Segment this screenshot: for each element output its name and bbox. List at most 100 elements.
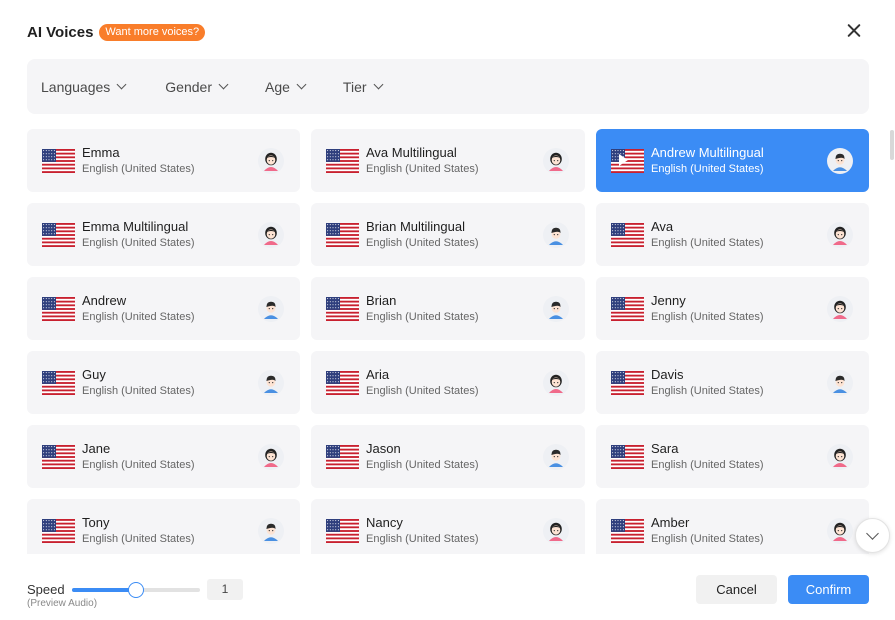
speed-slider-fill xyxy=(72,588,136,592)
voice-name: Jenny xyxy=(651,293,686,308)
voice-name: Jason xyxy=(366,441,401,456)
voice-language: English (United States) xyxy=(651,311,764,323)
voice-card[interactable]: Brian Multilingual English (United States… xyxy=(311,203,585,266)
filter-label: Gender xyxy=(165,78,212,95)
voice-card[interactable]: Ava English (United States) xyxy=(596,203,869,266)
speed-sublabel: (Preview Audio) xyxy=(27,598,98,609)
voice-language: English (United States) xyxy=(82,311,195,323)
dialog-title: AI Voices xyxy=(27,23,94,41)
voice-name: Nancy xyxy=(366,515,403,530)
voice-language: English (United States) xyxy=(366,311,479,323)
voice-name: Guy xyxy=(82,367,106,382)
voice-card[interactable]: Davis English (United States) xyxy=(596,351,869,414)
filter-age[interactable]: Age xyxy=(265,79,307,95)
female-avatar-icon xyxy=(543,518,569,544)
filter-tier[interactable]: Tier xyxy=(342,78,383,95)
voice-name: Emma Multilingual xyxy=(82,219,189,234)
us-flag-icon xyxy=(326,223,359,247)
voice-card[interactable]: Amber English (United States) xyxy=(596,499,869,554)
chevron-down-icon xyxy=(116,79,127,90)
more-voices-badge[interactable]: Want more voices? xyxy=(99,23,206,41)
male-avatar-icon xyxy=(543,296,569,322)
filter-bar: Languages Gender Age Tier xyxy=(27,59,869,114)
voice-card[interactable]: Ava Multilingual English (United States) xyxy=(311,129,585,192)
voice-language: English (United States) xyxy=(366,385,479,397)
voice-language: English (United States) xyxy=(82,459,195,471)
filter-label: Languages xyxy=(41,78,111,95)
us-flag-icon xyxy=(611,297,644,321)
us-flag-icon xyxy=(42,297,75,321)
us-flag-icon xyxy=(326,371,359,395)
male-avatar-icon xyxy=(827,148,853,174)
chevron-down-icon xyxy=(373,79,383,90)
speed-value[interactable]: 1 xyxy=(207,579,243,600)
female-avatar-icon xyxy=(258,222,284,248)
us-flag-icon xyxy=(42,223,75,247)
voice-name: Ava xyxy=(651,219,674,234)
female-avatar-icon xyxy=(827,222,853,248)
male-avatar-icon xyxy=(827,370,853,396)
voice-card[interactable]: Jenny English (United States) xyxy=(596,277,869,340)
filter-gender[interactable]: Gender xyxy=(165,78,229,95)
speed-slider[interactable] xyxy=(72,582,200,598)
us-flag-icon xyxy=(326,297,359,321)
voice-card[interactable]: Tony English (United States) xyxy=(27,499,300,554)
us-flag-icon xyxy=(611,223,644,247)
confirm-button[interactable]: Confirm xyxy=(788,575,869,604)
close-icon[interactable] xyxy=(843,20,865,42)
voice-language: English (United States) xyxy=(651,533,764,545)
male-avatar-icon xyxy=(258,296,284,322)
speed-slider-thumb[interactable] xyxy=(128,582,144,598)
male-avatar-icon xyxy=(258,370,284,396)
voice-language: English (United States) xyxy=(651,237,764,249)
us-flag-icon xyxy=(611,371,644,395)
voice-language: English (United States) xyxy=(651,163,764,175)
speed-control: Speed (Preview Audio) xyxy=(27,581,97,609)
voice-card[interactable]: Sara English (United States) xyxy=(596,425,869,488)
chevron-down-icon xyxy=(218,79,229,90)
voice-card[interactable]: Guy English (United States) xyxy=(27,351,300,414)
voice-language: English (United States) xyxy=(366,533,479,545)
female-avatar-icon xyxy=(543,148,569,174)
voice-card[interactable]: Nancy English (United States) xyxy=(311,499,585,554)
us-flag-icon xyxy=(42,149,75,173)
us-flag-icon xyxy=(611,445,644,469)
voice-card[interactable]: Andrew Multilingual English (United State… xyxy=(596,129,869,192)
voice-name: Aria xyxy=(366,367,390,382)
scrollbar-thumb[interactable] xyxy=(890,130,894,160)
voice-name: Davis xyxy=(651,367,684,382)
voice-language: English (United States) xyxy=(366,163,479,175)
voice-name: Sara xyxy=(651,441,679,456)
voice-language: English (United States) xyxy=(82,533,195,545)
cancel-button[interactable]: Cancel xyxy=(696,575,777,604)
voice-list[interactable]: Emma English (United States) Ava Multiling… xyxy=(27,129,869,554)
voice-card[interactable]: Brian English (United States) xyxy=(311,277,585,340)
voice-card[interactable]: Aria English (United States) xyxy=(311,351,585,414)
us-flag-icon xyxy=(611,519,644,543)
voice-card[interactable]: Jason English (United States) xyxy=(311,425,585,488)
voice-card[interactable]: Jane English (United States) xyxy=(27,425,300,488)
voice-name: Andrew Multilingual xyxy=(651,145,764,160)
us-flag-icon xyxy=(42,445,75,469)
play-icon[interactable] xyxy=(619,154,628,166)
scroll-down-button[interactable] xyxy=(855,518,890,553)
voice-language: English (United States) xyxy=(651,385,764,397)
voice-card[interactable]: Emma English (United States) xyxy=(27,129,300,192)
speed-label: Speed xyxy=(27,582,65,597)
us-flag-icon xyxy=(326,445,359,469)
chevron-down-icon xyxy=(296,79,307,90)
voice-language: English (United States) xyxy=(366,459,479,471)
us-flag-icon xyxy=(42,371,75,395)
voice-card[interactable]: Andrew English (United States) xyxy=(27,277,300,340)
voice-name: Andrew xyxy=(82,293,127,308)
voice-card[interactable]: Emma Multilingual English (United States) xyxy=(27,203,300,266)
male-avatar-icon xyxy=(543,444,569,470)
voice-name: Jane xyxy=(82,441,111,456)
female-avatar-icon xyxy=(258,148,284,174)
filter-label: Tier xyxy=(342,78,367,95)
voice-language: English (United States) xyxy=(82,385,195,397)
voice-name: Tony xyxy=(82,515,110,530)
voice-language: English (United States) xyxy=(651,459,764,471)
filter-languages[interactable]: Languages xyxy=(41,78,127,95)
male-avatar-icon xyxy=(543,222,569,248)
